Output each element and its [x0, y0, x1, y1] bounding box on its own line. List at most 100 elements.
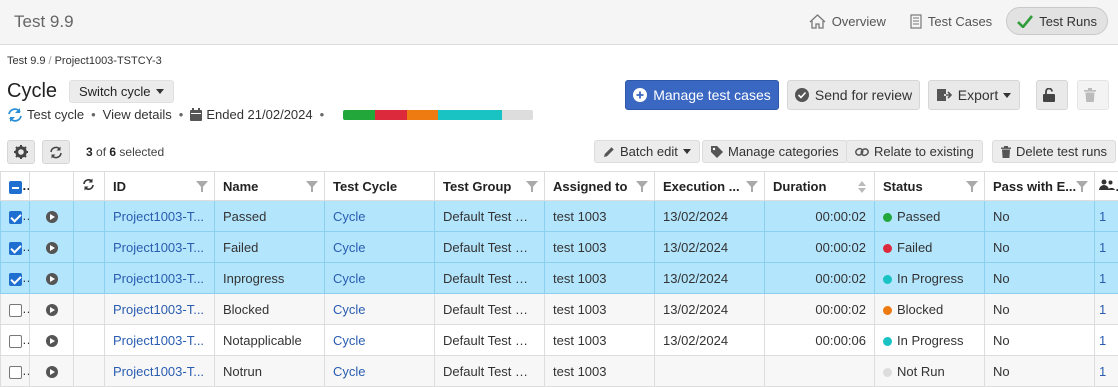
row-id-link[interactable]: Project1003-T... [104, 293, 215, 325]
row-extra[interactable]: 1 [1094, 355, 1118, 387]
filter-icon[interactable] [636, 181, 648, 192]
play-icon[interactable] [45, 335, 58, 348]
row-id-link[interactable]: Project1003-T... [104, 324, 215, 356]
column-header-id[interactable]: ID [104, 171, 215, 201]
status-dot [883, 274, 892, 284]
column-header-pass-with[interactable]: Pass with E... [984, 171, 1095, 201]
sort-icon[interactable] [858, 181, 866, 193]
row-extra[interactable]: 1 [1094, 324, 1118, 356]
row-cycle-link[interactable]: Cycle [324, 262, 435, 294]
view-details-link[interactable]: View details [103, 107, 172, 122]
filter-icon[interactable] [306, 181, 318, 192]
column-header-id-label: ID [113, 178, 126, 194]
lock-button[interactable] [1036, 80, 1068, 110]
row-cycle-link[interactable]: Cycle [324, 293, 435, 325]
row-select-cell[interactable] [0, 231, 30, 263]
column-header-execution-label: Execution ... [663, 178, 740, 194]
filter-icon[interactable] [196, 181, 208, 192]
column-header-users[interactable] [1094, 171, 1118, 201]
table-row[interactable]: Project1003-T... Failed Cycle Default Test … [0, 231, 1118, 263]
table-row[interactable]: Project1003-T... Blocked Cycle Default Test… [0, 293, 1118, 325]
play-icon[interactable] [45, 366, 58, 379]
calendar-icon [190, 108, 203, 121]
row-id-link[interactable]: Project1003-T... [104, 200, 215, 232]
row-cycle-link[interactable]: Cycle [324, 355, 435, 387]
table-row[interactable]: Project1003-T... Passed Cycle Default Test … [0, 200, 1118, 232]
row-id-link[interactable]: Project1003-T... [104, 262, 215, 294]
status-dot [883, 305, 892, 315]
batch-edit-button[interactable]: Batch edit [594, 140, 700, 163]
play-icon[interactable] [45, 273, 58, 286]
table-row[interactable]: Project1003-T... Inprogress Cycle Default T… [0, 262, 1118, 294]
delete-button[interactable] [1077, 80, 1109, 110]
row-checkbox[interactable] [9, 210, 22, 224]
row-select-cell[interactable] [0, 355, 30, 387]
refresh-button[interactable] [42, 140, 70, 164]
column-header-duration[interactable]: Duration [764, 171, 875, 201]
row-run-cell[interactable] [29, 355, 74, 387]
row-checkbox[interactable] [9, 365, 22, 379]
check-circle-icon [794, 88, 809, 102]
row-checkbox[interactable] [9, 334, 22, 348]
nav-test-cases[interactable]: Test Cases [900, 7, 1002, 35]
filter-icon[interactable] [966, 181, 978, 192]
export-button[interactable]: Export [928, 80, 1020, 110]
table-row[interactable]: Project1003-T... Notrun Cycle Default Test … [0, 355, 1118, 387]
row-select-cell[interactable] [0, 293, 30, 325]
row-execution-date: 13/02/2024 [654, 293, 765, 325]
row-name: Passed [214, 200, 325, 232]
play-icon[interactable] [45, 242, 58, 255]
selected-suffix: selected [119, 145, 165, 159]
table-row[interactable]: Project1003-T... Notapplicable Cycle Defaul… [0, 324, 1118, 356]
row-id-link[interactable]: Project1003-T... [104, 231, 215, 263]
row-cycle-link[interactable]: Cycle [324, 231, 435, 263]
row-select-cell[interactable] [0, 262, 30, 294]
row-id-link[interactable]: Project1003-T... [104, 355, 215, 387]
column-header-status[interactable]: Status [874, 171, 985, 201]
filter-icon[interactable] [1076, 181, 1088, 192]
switch-cycle-label: Switch cycle [79, 84, 151, 99]
row-run-cell[interactable] [29, 293, 74, 325]
row-extra[interactable]: 1 [1094, 262, 1118, 294]
row-extra[interactable]: 1 [1094, 231, 1118, 263]
row-run-cell[interactable] [29, 324, 74, 356]
row-execution-date: 13/02/2024 [654, 231, 765, 263]
breadcrumb-root[interactable]: Test 9.9 [7, 55, 46, 67]
row-extra[interactable]: 1 [1094, 200, 1118, 232]
row-status: Blocked [874, 293, 985, 325]
delete-test-runs-button[interactable]: Delete test runs [992, 140, 1117, 163]
column-header-test-group[interactable]: Test Group [434, 171, 545, 201]
row-status-label: Not Run [897, 363, 945, 379]
row-select-cell[interactable] [0, 200, 30, 232]
column-header-name[interactable]: Name [214, 171, 325, 201]
row-cycle-link[interactable]: Cycle [324, 200, 435, 232]
delete-test-runs-label: Delete test runs [1016, 144, 1108, 159]
row-checkbox[interactable] [9, 303, 22, 317]
nav-overview[interactable]: Overview [799, 7, 896, 35]
select-all-cell[interactable] [0, 171, 30, 201]
progress-segment [406, 109, 439, 120]
select-all-checkbox[interactable] [9, 180, 22, 194]
column-header-test-cycle[interactable]: Test Cycle [324, 171, 435, 201]
row-checkbox[interactable] [9, 241, 22, 255]
filter-icon[interactable] [526, 181, 538, 192]
filter-icon[interactable] [746, 181, 758, 192]
switch-cycle-button[interactable]: Switch cycle [69, 80, 174, 103]
row-checkbox[interactable] [9, 272, 22, 286]
play-icon[interactable] [45, 304, 58, 317]
row-run-cell[interactable] [29, 231, 74, 263]
nav-test-runs[interactable]: Test Runs [1006, 7, 1108, 35]
row-extra[interactable]: 1 [1094, 293, 1118, 325]
row-run-cell[interactable] [29, 262, 74, 294]
send-for-review-button[interactable]: Send for review [787, 80, 920, 110]
column-header-assigned-to[interactable]: Assigned to [544, 171, 655, 201]
settings-button[interactable] [7, 140, 35, 164]
manage-test-cases-button[interactable]: Manage test cases [625, 80, 779, 110]
manage-categories-button[interactable]: Manage categories [702, 140, 848, 163]
row-select-cell[interactable] [0, 324, 30, 356]
relate-to-existing-button[interactable]: Relate to existing [846, 140, 983, 163]
play-icon[interactable] [45, 211, 58, 224]
column-header-execution[interactable]: Execution ... [654, 171, 765, 201]
row-cycle-link[interactable]: Cycle [324, 324, 435, 356]
row-run-cell[interactable] [29, 200, 74, 232]
